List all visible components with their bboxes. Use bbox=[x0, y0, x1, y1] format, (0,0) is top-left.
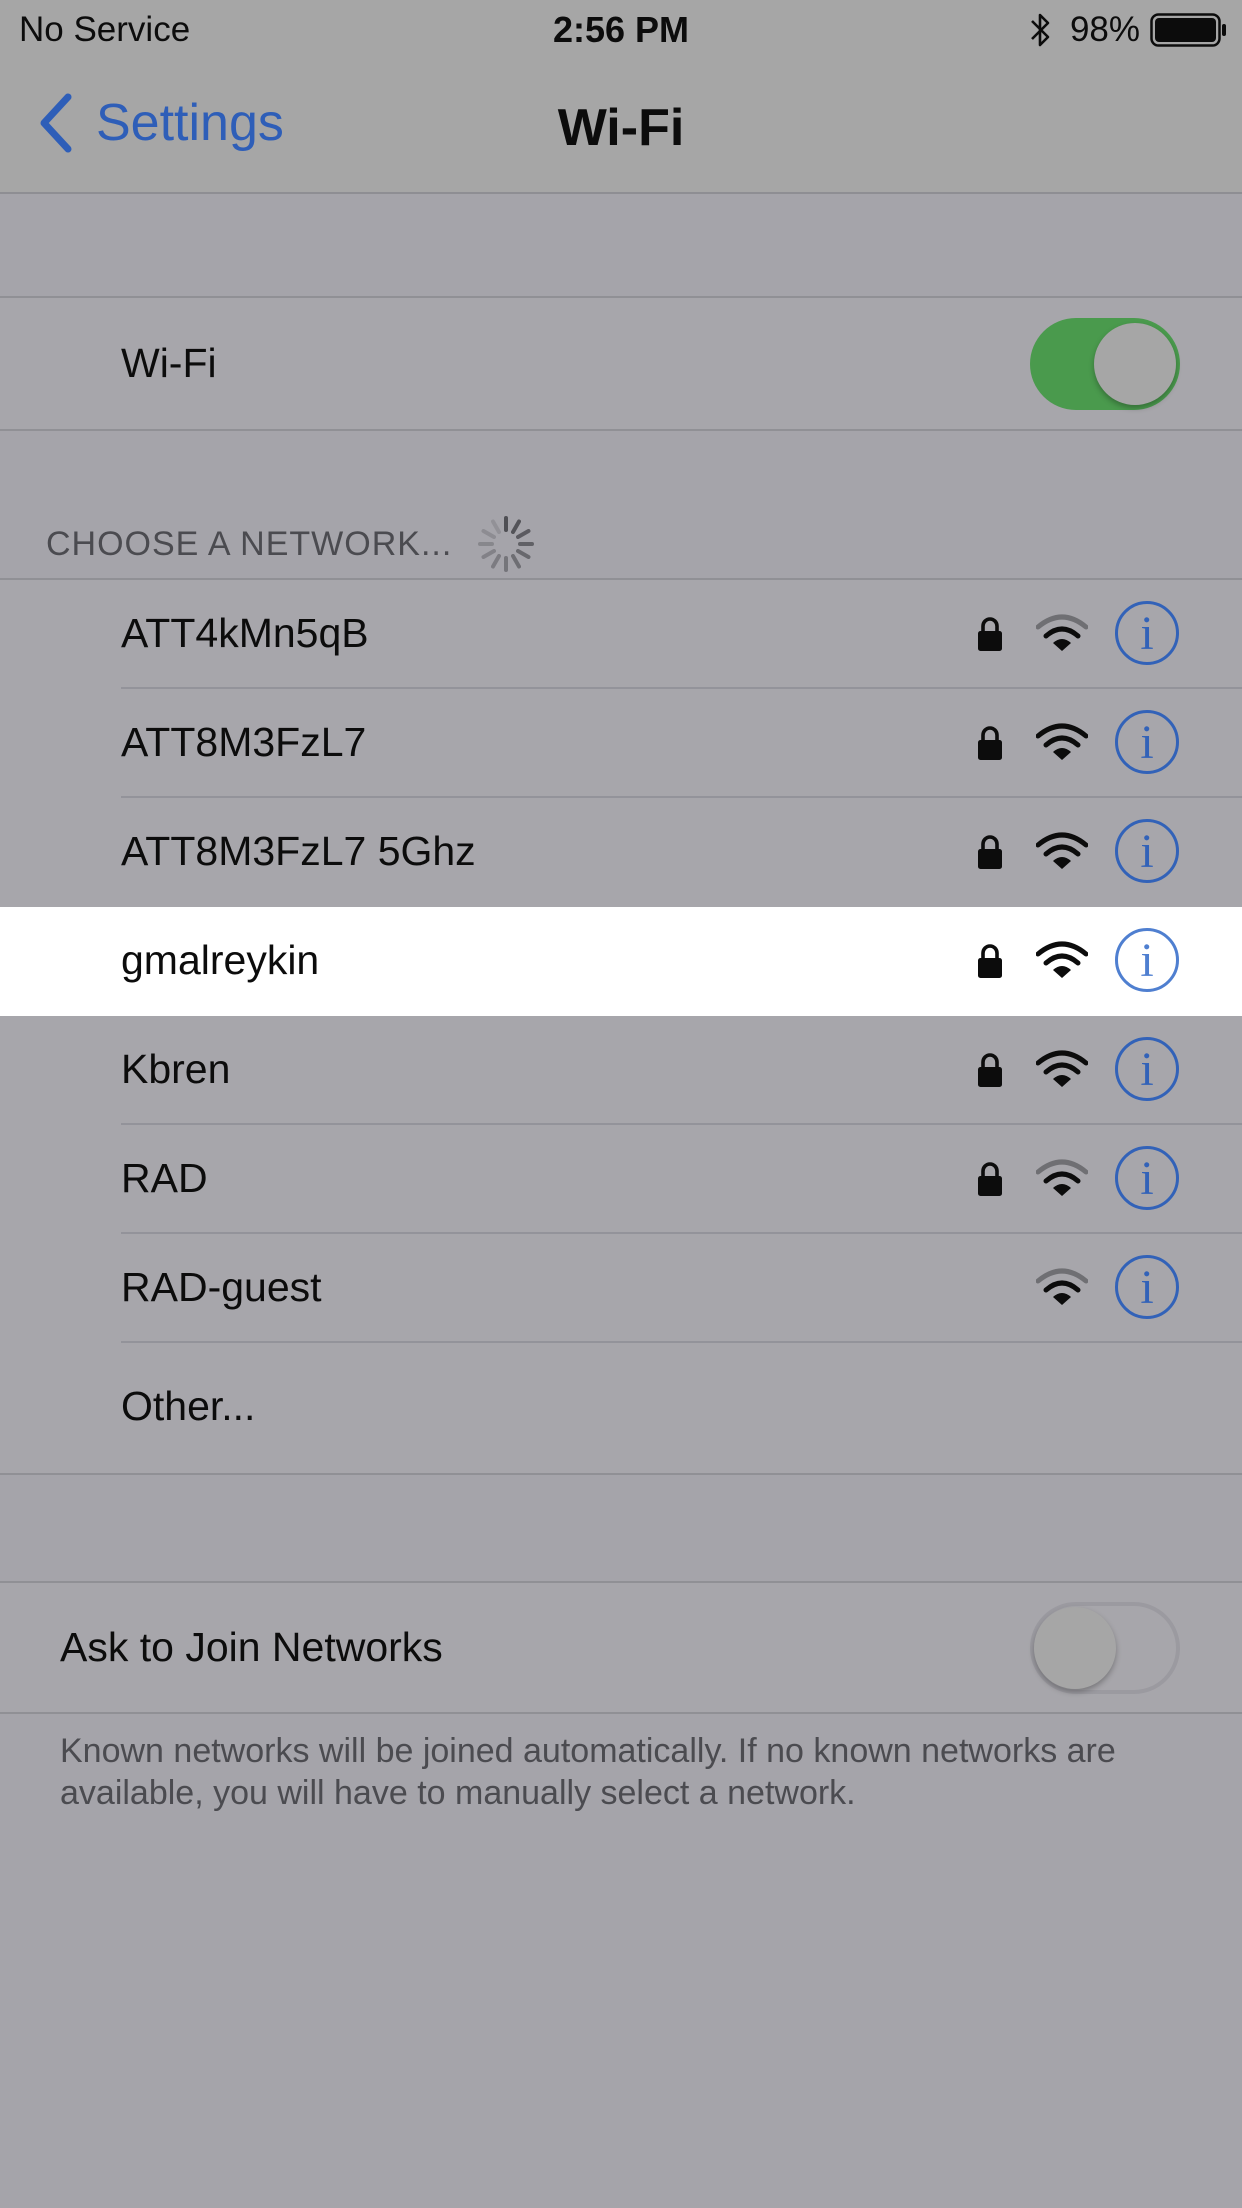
ask-to-join-row: Ask to Join Networks bbox=[0, 1583, 1242, 1712]
status-right: 98% bbox=[1028, 8, 1228, 52]
wifi-signal-icon bbox=[1036, 1268, 1088, 1305]
info-button[interactable]: i bbox=[1115, 1255, 1179, 1319]
toggle-knob bbox=[1034, 1606, 1116, 1689]
info-button[interactable]: i bbox=[1115, 601, 1179, 665]
lock-icon bbox=[978, 617, 1002, 651]
battery-icon bbox=[1150, 13, 1226, 47]
ask-to-join-footer: Known networks will be joined automatica… bbox=[60, 1732, 1116, 1812]
network-list: ATT4kMn5qB i ATT8M3FzL7 i ATT8M3FzL7 5Gh… bbox=[0, 578, 1242, 1475]
section-header: CHOOSE A NETWORK... bbox=[46, 512, 538, 576]
network-row[interactable]: Kbren i bbox=[0, 1016, 1242, 1125]
wifi-toggle-row: Wi-Fi bbox=[0, 298, 1242, 429]
lock-icon bbox=[978, 944, 1002, 978]
network-name: RAD bbox=[121, 1155, 208, 1201]
network-name: ATT8M3FzL7 bbox=[121, 719, 367, 765]
info-button[interactable]: i bbox=[1115, 1146, 1179, 1210]
info-button[interactable]: i bbox=[1115, 928, 1179, 992]
other-network-row[interactable]: Other... bbox=[0, 1343, 1242, 1473]
info-button[interactable]: i bbox=[1115, 819, 1179, 883]
network-row[interactable]: ATT8M3FzL7 i bbox=[0, 689, 1242, 798]
ask-to-join-group: Ask to Join Networks bbox=[0, 1581, 1242, 1714]
info-icon: i bbox=[1140, 1261, 1154, 1314]
info-icon: i bbox=[1140, 825, 1154, 878]
ask-to-join-label: Ask to Join Networks bbox=[60, 1624, 443, 1670]
network-row-selected[interactable]: gmalreykin i bbox=[0, 907, 1242, 1016]
other-network-label: Other... bbox=[121, 1383, 256, 1429]
wifi-signal-icon bbox=[1036, 723, 1088, 760]
info-icon: i bbox=[1140, 716, 1154, 769]
lock-icon bbox=[978, 835, 1002, 869]
bluetooth-icon bbox=[1031, 13, 1050, 47]
wifi-signal-icon bbox=[1036, 941, 1088, 978]
info-icon: i bbox=[1140, 1152, 1154, 1205]
wifi-toggle-group: Wi-Fi bbox=[0, 296, 1242, 431]
info-button[interactable]: i bbox=[1115, 1037, 1179, 1101]
wifi-signal-icon bbox=[1036, 832, 1088, 869]
info-icon: i bbox=[1140, 607, 1154, 660]
wifi-label: Wi-Fi bbox=[121, 340, 217, 386]
status-bar: No Service 2:56 PM 98% bbox=[0, 0, 1242, 62]
network-row[interactable]: RAD-guest i bbox=[0, 1234, 1242, 1343]
network-name: ATT8M3FzL7 5Ghz bbox=[121, 828, 476, 874]
wifi-signal-icon bbox=[1036, 1050, 1088, 1087]
lock-icon bbox=[978, 726, 1002, 760]
lock-icon bbox=[978, 1162, 1002, 1196]
network-row[interactable]: ATT8M3FzL7 5Ghz i bbox=[0, 798, 1242, 907]
network-name: Kbren bbox=[121, 1046, 231, 1092]
info-button[interactable]: i bbox=[1115, 710, 1179, 774]
network-row[interactable]: ATT4kMn5qB i bbox=[0, 580, 1242, 689]
network-row[interactable]: RAD i bbox=[0, 1125, 1242, 1234]
navigation-bar: Settings Wi-Fi bbox=[0, 62, 1242, 194]
wifi-signal-icon bbox=[1036, 614, 1088, 651]
info-icon: i bbox=[1140, 1043, 1154, 1096]
wifi-toggle[interactable] bbox=[1030, 317, 1180, 410]
ask-to-join-toggle[interactable] bbox=[1030, 1601, 1180, 1694]
info-icon: i bbox=[1140, 934, 1154, 987]
wifi-signal-icon bbox=[1036, 1159, 1088, 1196]
network-name: gmalreykin bbox=[121, 937, 320, 983]
lock-icon bbox=[978, 1053, 1002, 1087]
loading-spinner-icon bbox=[478, 516, 535, 572]
network-name: RAD-guest bbox=[121, 1264, 322, 1310]
choose-network-label: CHOOSE A NETWORK... bbox=[46, 524, 453, 563]
battery-percent: 98% bbox=[1069, 10, 1140, 49]
toggle-knob bbox=[1094, 322, 1176, 405]
network-name: ATT4kMn5qB bbox=[121, 610, 369, 656]
page-title: Wi-Fi bbox=[557, 99, 685, 157]
